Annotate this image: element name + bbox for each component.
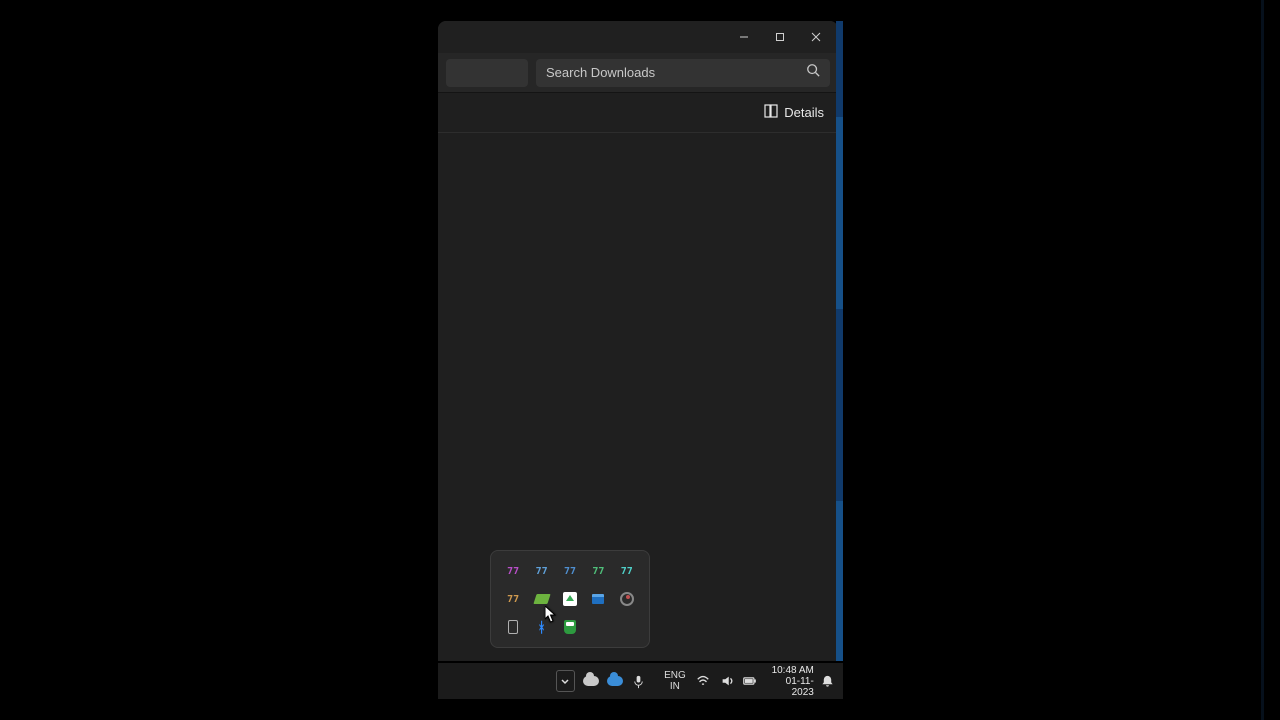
- volume-icon[interactable]: [719, 672, 734, 690]
- onedrive-personal-icon[interactable]: [583, 672, 599, 690]
- tray-overflow-button[interactable]: [556, 670, 575, 692]
- obs-icon: [620, 592, 634, 606]
- tray-indicator-3[interactable]: 77: [560, 561, 580, 581]
- notifications-icon[interactable]: [820, 672, 835, 690]
- titlebar: [438, 21, 838, 53]
- minimize-button[interactable]: [728, 25, 760, 49]
- system-tray-flyout: 77 77 77 77 77 77 ᚼ: [490, 550, 650, 648]
- microphone-icon[interactable]: [631, 672, 646, 690]
- battery-icon[interactable]: [742, 672, 757, 690]
- cloud-icon: [583, 676, 599, 686]
- language-top: ENG: [664, 670, 686, 681]
- details-view-button[interactable]: Details: [764, 104, 824, 121]
- tray-empty-slot: [588, 617, 608, 637]
- clock-date: 01-11-2023: [771, 676, 814, 698]
- window-right-accent: [836, 21, 843, 661]
- mouse-cursor: [545, 606, 557, 623]
- obs-tray-icon[interactable]: [617, 589, 637, 609]
- security-tray-icon[interactable]: [560, 617, 580, 637]
- address-bar-stub[interactable]: [446, 59, 528, 87]
- details-icon: [764, 104, 778, 121]
- usb-icon: [508, 620, 518, 634]
- nvidia-icon: [533, 594, 550, 604]
- box-icon: [592, 594, 604, 604]
- clock-time: 10:48 AM: [771, 665, 814, 676]
- onedrive-work-icon[interactable]: [607, 672, 623, 690]
- details-label: Details: [784, 105, 824, 120]
- desktop-decoration: [1261, 0, 1264, 720]
- tray-indicator-5[interactable]: 77: [617, 561, 637, 581]
- tray-indicator-6[interactable]: 77: [503, 589, 523, 609]
- tray-indicator-1[interactable]: 77: [503, 561, 523, 581]
- search-box[interactable]: [536, 59, 830, 87]
- language-bottom: IN: [664, 681, 686, 692]
- tray-empty-slot: [617, 617, 637, 637]
- google-drive-icon: [563, 592, 577, 606]
- tray-indicator-4[interactable]: 77: [588, 561, 608, 581]
- maximize-button[interactable]: [764, 25, 796, 49]
- google-drive-tray-icon[interactable]: [560, 589, 580, 609]
- wifi-icon[interactable]: [696, 672, 711, 690]
- taskbar: ENG IN 10:48 AM 01-11-2023: [438, 663, 843, 699]
- clock[interactable]: 10:48 AM 01-11-2023: [771, 665, 814, 698]
- search-icon: [806, 63, 820, 82]
- cloud-blue-icon: [607, 676, 623, 686]
- usb-eject-tray-icon[interactable]: [503, 617, 523, 637]
- toolbar: [438, 53, 838, 93]
- shield-icon: [564, 620, 576, 634]
- search-input[interactable]: [546, 65, 806, 80]
- language-indicator[interactable]: ENG IN: [664, 670, 686, 692]
- tray-indicator-2[interactable]: 77: [532, 561, 552, 581]
- app-tray-icon-box[interactable]: [588, 589, 608, 609]
- view-bar: Details: [438, 93, 838, 133]
- close-button[interactable]: [800, 25, 832, 49]
